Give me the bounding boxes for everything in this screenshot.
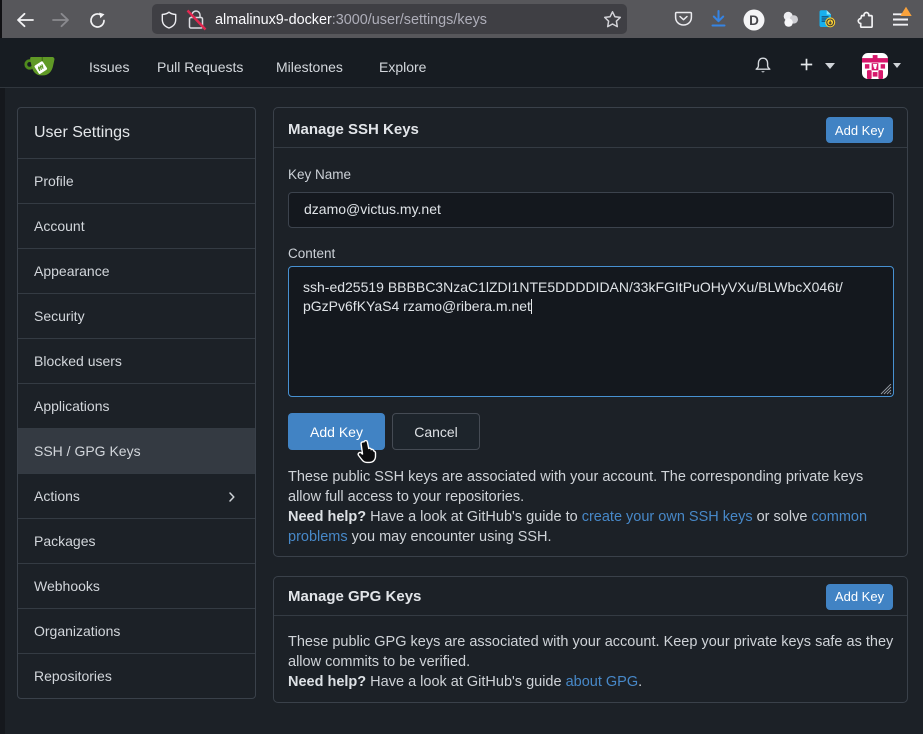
svg-text:D: D [749, 12, 759, 27]
